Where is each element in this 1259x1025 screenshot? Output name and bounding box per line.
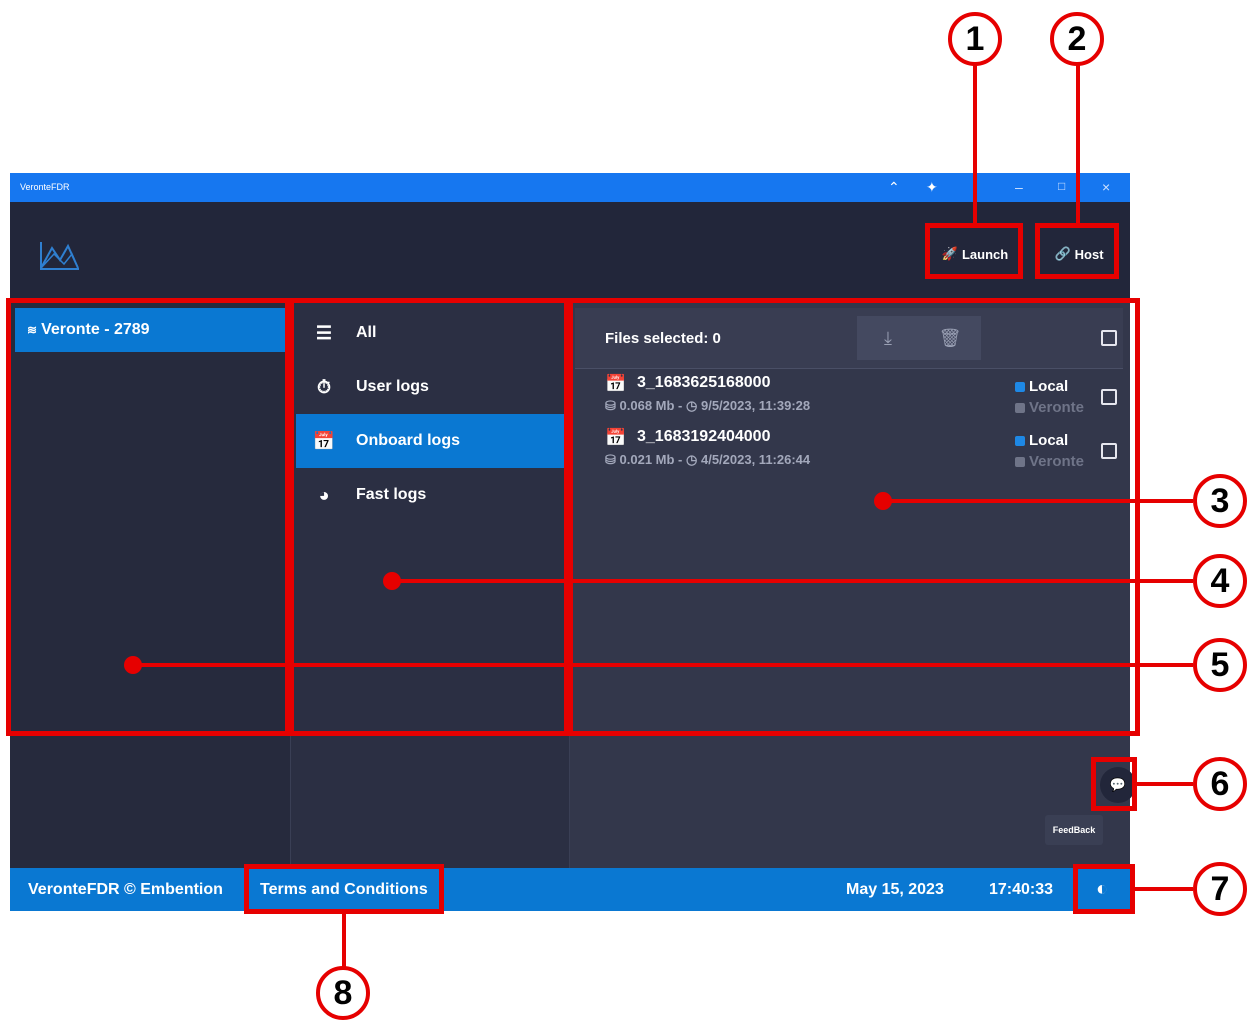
puzzle-icon[interactable]: ✦ <box>926 179 938 196</box>
annotation-box-host <box>1035 223 1119 279</box>
annotation-marker: 8 <box>316 966 370 1020</box>
app-logo-icon <box>40 242 79 270</box>
annotation-marker: 5 <box>1193 638 1247 692</box>
annotation-dot <box>124 656 142 674</box>
annotation-marker: 4 <box>1193 554 1247 608</box>
annotation-leader <box>1135 887 1193 891</box>
feedback-label: FeedBack <box>1045 815 1103 845</box>
annotation-box-launch <box>925 223 1023 279</box>
annotation-leader <box>392 579 1193 583</box>
annotation-dot <box>874 492 892 510</box>
annotation-marker: 6 <box>1193 757 1247 811</box>
annotation-marker: 3 <box>1193 474 1247 528</box>
footer-time: 17:40:33 <box>989 881 1054 898</box>
chevron-up-icon[interactable]: ⌃ <box>888 179 900 196</box>
annotation-leader <box>883 499 1193 503</box>
annotation-divider <box>564 300 573 734</box>
maximize-icon[interactable]: □ <box>1058 179 1065 193</box>
close-icon[interactable]: × <box>1102 179 1110 195</box>
footer-date: May 15, 2023 <box>846 881 944 898</box>
annotation-box-panels <box>6 298 1140 736</box>
annotation-box-terms <box>244 864 444 914</box>
window-titlebar: VeronteFDR ⌃ ✦ ⋮ – □ × <box>10 173 1130 202</box>
annotation-leader <box>1137 782 1193 786</box>
annotation-dot <box>383 572 401 590</box>
annotation-marker: 1 <box>948 12 1002 66</box>
annotation-divider <box>285 300 294 734</box>
minimize-icon[interactable]: – <box>1015 179 1023 195</box>
annotation-marker: 2 <box>1050 12 1104 66</box>
annotation-box-feedback <box>1091 757 1137 811</box>
copyright-text: VeronteFDR © Embention <box>28 881 223 898</box>
annotation-leader <box>133 663 1193 667</box>
annotation-marker: 7 <box>1193 862 1247 916</box>
annotation-leader <box>973 60 977 225</box>
window-title: VeronteFDR <box>20 182 70 192</box>
annotation-leader <box>1076 60 1080 225</box>
app-footer: VeronteFDR © Embention Terms and Conditi… <box>10 868 1130 911</box>
annotation-leader <box>342 914 346 970</box>
annotation-box-theme <box>1073 864 1135 914</box>
